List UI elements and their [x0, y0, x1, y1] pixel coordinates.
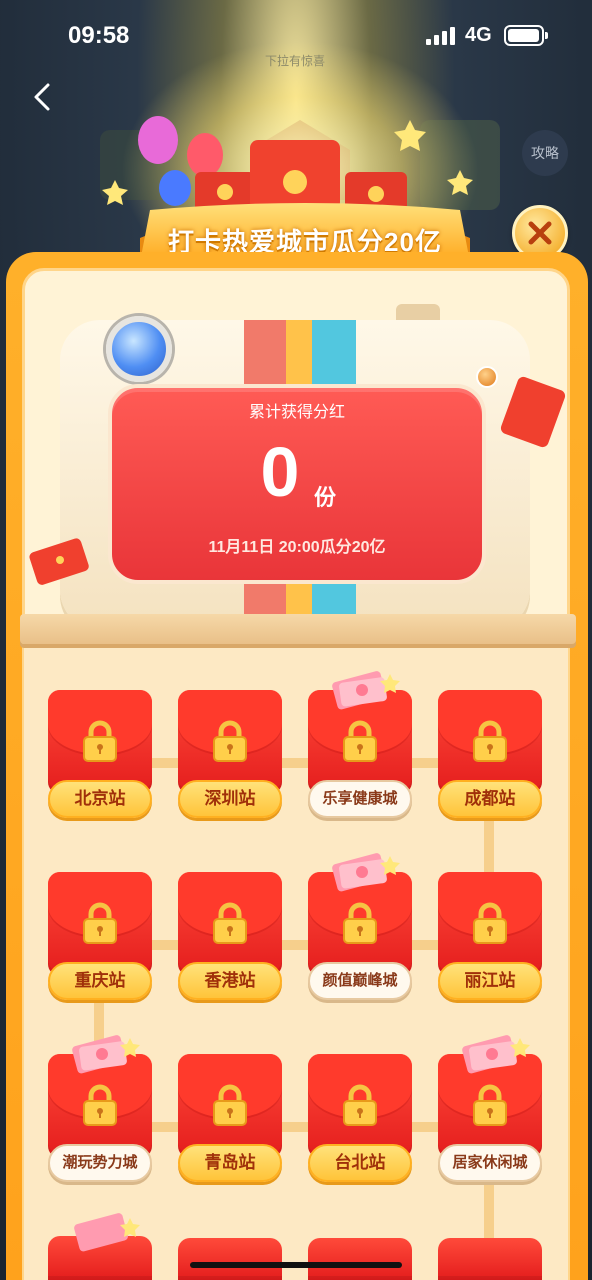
city-card[interactable]: 青岛站 — [178, 1054, 282, 1182]
summary-count: 0 — [260, 433, 300, 511]
lock-icon — [212, 1084, 248, 1126]
city-card-label: 居家休闲城 — [438, 1144, 542, 1182]
city-card-label: 成都站 — [438, 780, 542, 818]
city-card[interactable]: 丽江站 — [438, 872, 542, 1000]
pull-hint: 下拉有惊喜 — [264, 54, 325, 68]
lock-icon — [472, 902, 508, 944]
money-icon — [330, 850, 400, 894]
city-card[interactable]: 台北站 — [308, 1054, 412, 1182]
city-card-label: 深圳站 — [178, 780, 282, 818]
lock-icon — [82, 1084, 118, 1126]
city-card[interactable]: 乐享健康城 — [308, 671, 412, 818]
city-card-partial[interactable] — [308, 1238, 412, 1280]
envelope-decoration-left — [29, 538, 89, 585]
home-indicator — [190, 1262, 402, 1268]
camera-button — [476, 366, 498, 388]
signal-icon — [426, 27, 458, 45]
money-icon — [460, 1032, 530, 1076]
summary-date: 11月11日 20:00瓜分20亿 — [208, 539, 386, 556]
lock-icon — [342, 902, 378, 944]
city-card[interactable]: 居家休闲城 — [438, 1035, 542, 1182]
city-card[interactable]: 成都站 — [438, 690, 542, 818]
shelf — [20, 614, 576, 644]
lock-icon — [82, 902, 118, 944]
envelope-decoration — [500, 376, 566, 448]
city-card-label: 潮玩势力城 — [48, 1144, 152, 1182]
city-card[interactable]: 深圳站 — [178, 690, 282, 818]
city-card[interactable]: 北京站 — [48, 690, 152, 818]
money-icon — [70, 1032, 140, 1076]
lock-icon — [342, 1084, 378, 1126]
back-icon[interactable] — [28, 82, 58, 112]
lock-icon — [212, 902, 248, 944]
city-card-label: 香港站 — [178, 962, 282, 1000]
city-card-label: 重庆站 — [48, 962, 152, 1000]
city-card-partial[interactable] — [178, 1238, 282, 1280]
city-card-label: 丽江站 — [438, 962, 542, 1000]
city-card[interactable]: 重庆站 — [48, 872, 152, 1000]
battery-icon — [504, 25, 548, 46]
lock-icon — [212, 720, 248, 762]
city-card-label: 乐享健康城 — [308, 780, 412, 818]
strategy-button[interactable]: 攻略 — [522, 130, 568, 176]
city-card-label: 台北站 — [308, 1144, 412, 1182]
city-card[interactable]: 潮玩势力城 — [48, 1035, 152, 1182]
city-card-label: 北京站 — [48, 780, 152, 818]
summary-title: 累计获得分红 — [248, 404, 345, 421]
network-type: 4G — [465, 24, 492, 46]
city-card-label: 颜值巅峰城 — [308, 962, 412, 1000]
city-card-label: 青岛站 — [178, 1144, 282, 1182]
camera-lens — [106, 316, 172, 382]
money-icon — [330, 668, 400, 712]
lock-icon — [472, 1084, 508, 1126]
status-time: 09:58 — [68, 22, 130, 49]
lock-icon — [82, 720, 118, 762]
lock-icon — [472, 720, 508, 762]
city-card[interactable]: 颜值巅峰城 — [308, 853, 412, 1000]
city-card-partial[interactable] — [438, 1238, 542, 1280]
money-icon — [74, 1213, 140, 1252]
summary-unit: 份 — [314, 485, 337, 510]
lock-icon — [342, 720, 378, 762]
city-card[interactable]: 香港站 — [178, 872, 282, 1000]
